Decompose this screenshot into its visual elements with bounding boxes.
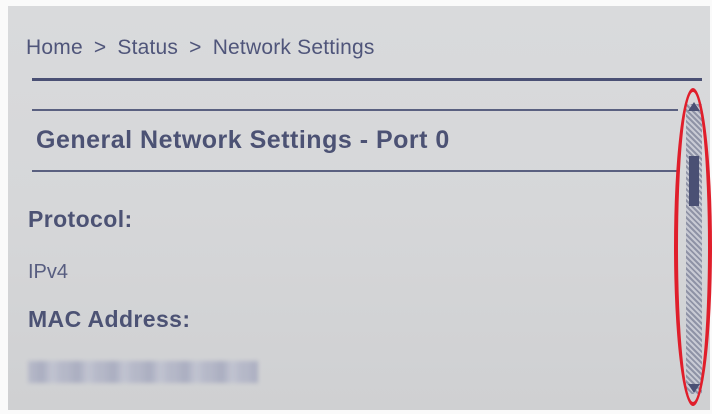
breadcrumb-separator: > <box>189 36 202 59</box>
breadcrumb-status[interactable]: Status <box>117 36 178 59</box>
device-screen: Home > Status > Network Settings General… <box>8 6 712 410</box>
breadcrumb: Home > Status > Network Settings <box>26 36 375 60</box>
scrollbar-thumb[interactable] <box>689 156 699 206</box>
breadcrumb-separator: > <box>93 36 107 59</box>
mac-address-label: MAC Address: <box>28 306 191 332</box>
scroll-up-icon[interactable] <box>688 102 700 111</box>
breadcrumb-network-settings: Network Settings <box>212 36 375 59</box>
breadcrumb-home[interactable]: Home <box>26 36 83 59</box>
scroll-down-icon[interactable] <box>688 384 700 393</box>
section-top-divider <box>32 109 678 111</box>
protocol-label: Protocol: <box>28 206 133 232</box>
section-bottom-divider <box>32 170 678 172</box>
scrollbar-track[interactable] <box>686 104 702 394</box>
header-divider <box>32 78 702 81</box>
mac-address-value-redacted <box>28 361 258 383</box>
protocol-value: IPv4 <box>28 261 69 283</box>
section-title: General Network Settings - Port 0 <box>36 126 450 154</box>
